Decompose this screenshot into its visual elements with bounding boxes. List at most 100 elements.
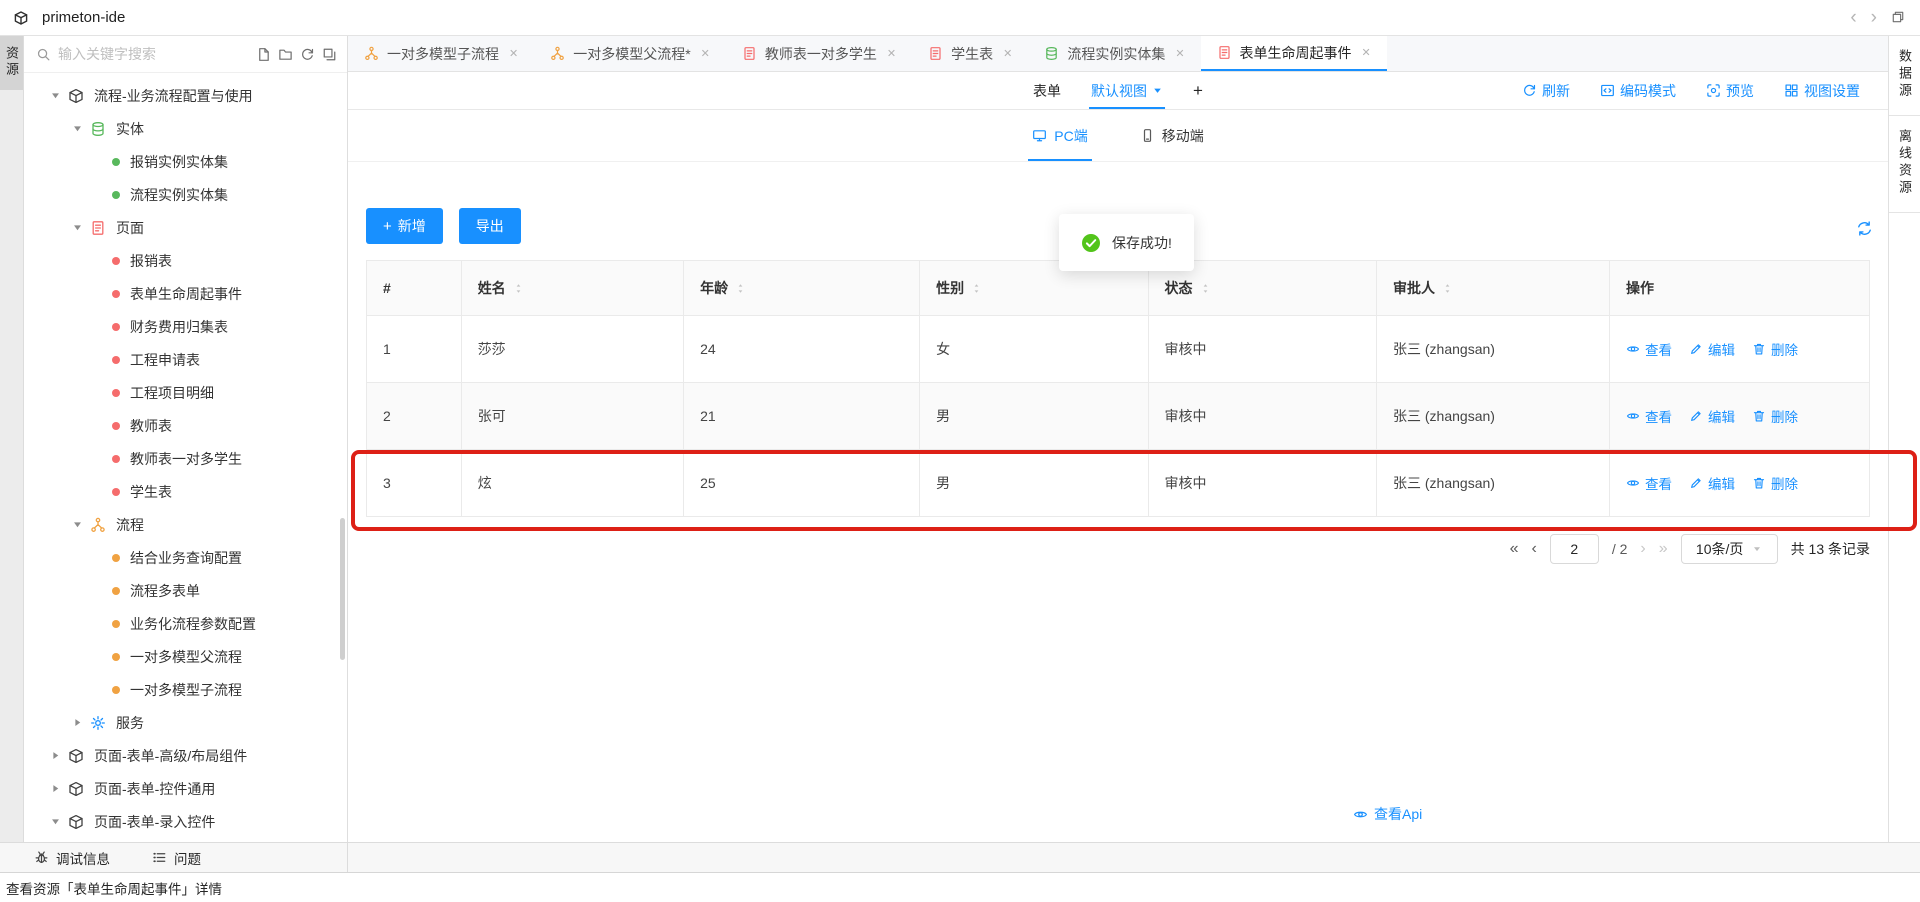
rail-tab-offline-resources[interactable]: 离线资源 (1889, 116, 1920, 213)
tree-item[interactable]: 一对多模型父流程 (24, 640, 347, 673)
folder-icon[interactable] (278, 47, 293, 62)
collapse-arrow-icon[interactable] (72, 717, 90, 728)
preview-button[interactable]: 预览 (1706, 81, 1754, 101)
window-restore-icon[interactable] (1891, 10, 1906, 25)
sort-icon[interactable] (513, 283, 524, 294)
collapse-arrow-icon[interactable] (50, 783, 68, 794)
device-tab-mobile[interactable]: 移动端 (1140, 110, 1204, 161)
code-mode-button[interactable]: 编码模式 (1600, 81, 1676, 101)
next-page-button[interactable]: › (1640, 540, 1645, 558)
edit-link[interactable]: 编辑 (1689, 406, 1735, 426)
debug-info-button[interactable]: 调试信息 (34, 848, 110, 868)
op-label: 编辑 (1708, 473, 1735, 493)
delete-link[interactable]: 删除 (1752, 473, 1798, 493)
tree-item[interactable]: 结合业务查询配置 (24, 541, 347, 574)
tree-item[interactable]: 工程申请表 (24, 343, 347, 376)
first-page-button[interactable]: « (1510, 540, 1519, 558)
collapse-panels-icon[interactable] (322, 47, 337, 62)
problems-button[interactable]: 问题 (152, 848, 201, 868)
close-icon[interactable]: ✕ (1175, 47, 1184, 60)
cell-index: 1 (367, 316, 462, 383)
tree-item[interactable]: 实体 (24, 112, 347, 145)
tree-item[interactable]: 页面-表单-录入控件 (24, 805, 347, 838)
tree-item[interactable]: 流程-业务流程配置与使用 (24, 79, 347, 112)
tree-item-label: 报销实例实体集 (130, 152, 228, 172)
close-icon[interactable]: ✕ (1362, 46, 1371, 59)
view-link[interactable]: 查看 (1626, 473, 1672, 493)
close-icon[interactable]: ✕ (701, 47, 710, 60)
default-view-tab[interactable]: 默认视图 (1091, 72, 1163, 109)
search-input[interactable] (58, 46, 249, 62)
button-label: 导出 (476, 216, 504, 236)
expand-arrow-icon[interactable] (72, 123, 90, 134)
tree-item[interactable]: 教师表 (24, 409, 347, 442)
column-header[interactable]: 审批人 (1377, 261, 1610, 316)
editor-tab[interactable]: 流程实例实体集✕ (1028, 36, 1200, 71)
refresh-table-icon[interactable] (1856, 220, 1873, 237)
tree-item[interactable]: 学生表 (24, 475, 347, 508)
tree-item[interactable]: 流程实例实体集 (24, 178, 347, 211)
refresh-button[interactable]: 刷新 (1522, 81, 1570, 101)
sort-icon[interactable] (735, 283, 746, 294)
refresh-icon[interactable] (300, 47, 315, 62)
prev-page-button[interactable]: ‹ (1532, 540, 1537, 558)
add-button[interactable]: +新增 (366, 208, 443, 244)
tree-item[interactable]: 财务费用归集表 (24, 310, 347, 343)
editor-tab[interactable]: 表单生命周起事件✕ (1201, 36, 1387, 71)
expand-arrow-icon[interactable] (50, 90, 68, 101)
sort-icon[interactable] (1442, 283, 1453, 294)
page-size-select[interactable]: 10条/页 (1681, 534, 1778, 564)
close-icon[interactable]: ✕ (887, 47, 896, 60)
tree-item[interactable]: 表单生命周起事件 (24, 277, 347, 310)
tree-item[interactable]: 报销表 (24, 244, 347, 277)
tree-item[interactable]: 服务 (24, 706, 347, 739)
edit-link[interactable]: 编辑 (1689, 473, 1735, 493)
view-link[interactable]: 查看 (1626, 339, 1672, 359)
tree-item[interactable]: 页面-表单-高级/布局组件 (24, 739, 347, 772)
editor-tab[interactable]: 一对多模型父流程*✕ (534, 36, 726, 71)
rail-tab-resources[interactable]: 资源 (0, 36, 23, 90)
tree-item[interactable]: 页面-表单-控件通用 (24, 772, 347, 805)
view-link[interactable]: 查看 (1626, 406, 1672, 426)
tree-scrollbar[interactable] (340, 518, 345, 660)
op-label: 编辑 (1708, 406, 1735, 426)
tree-item[interactable]: 流程多表单 (24, 574, 347, 607)
tree-item[interactable]: 流程 (24, 508, 347, 541)
app-title: primeton-ide (42, 9, 125, 26)
expand-arrow-icon[interactable] (72, 222, 90, 233)
delete-link[interactable]: 删除 (1752, 339, 1798, 359)
new-file-icon[interactable] (256, 47, 271, 62)
export-button[interactable]: 导出 (459, 208, 521, 244)
nav-back-icon[interactable]: ‹ (1850, 8, 1856, 27)
close-icon[interactable]: ✕ (509, 47, 518, 60)
sort-icon[interactable] (1200, 283, 1211, 294)
form-view-tab[interactable]: 表单 (1033, 81, 1061, 101)
tree-item[interactable]: 教师表一对多学生 (24, 442, 347, 475)
add-view-button[interactable]: + (1193, 81, 1203, 101)
edit-link[interactable]: 编辑 (1689, 339, 1735, 359)
collapse-arrow-icon[interactable] (50, 750, 68, 761)
view-api-link[interactable]: 查看Api (1353, 804, 1422, 824)
cube-icon (68, 87, 85, 104)
close-icon[interactable]: ✕ (1003, 47, 1012, 60)
tree-item[interactable]: 一对多模型子流程 (24, 673, 347, 706)
tree-item[interactable]: 报销实例实体集 (24, 145, 347, 178)
expand-arrow-icon[interactable] (50, 816, 68, 827)
rail-tab-datasource[interactable]: 数据源 (1889, 36, 1920, 116)
expand-arrow-icon[interactable] (72, 519, 90, 530)
sort-icon[interactable] (971, 283, 982, 294)
editor-tab[interactable]: 教师表一对多学生✕ (726, 36, 912, 71)
nav-forward-icon[interactable]: › (1871, 8, 1877, 27)
editor-tab[interactable]: 一对多模型子流程✕ (348, 36, 534, 71)
column-header[interactable]: 姓名 (461, 261, 683, 316)
delete-link[interactable]: 删除 (1752, 406, 1798, 426)
device-tab-pc[interactable]: PC端 (1032, 110, 1087, 161)
column-header[interactable]: 年龄 (684, 261, 920, 316)
editor-tab[interactable]: 学生表✕ (912, 36, 1028, 71)
page-number-input[interactable]: 2 (1550, 534, 1599, 564)
view-settings-button[interactable]: 视图设置 (1784, 81, 1860, 101)
tree-item[interactable]: 工程项目明细 (24, 376, 347, 409)
tree-item[interactable]: 页面 (24, 211, 347, 244)
last-page-button[interactable]: » (1659, 540, 1668, 558)
tree-item[interactable]: 业务化流程参数配置 (24, 607, 347, 640)
